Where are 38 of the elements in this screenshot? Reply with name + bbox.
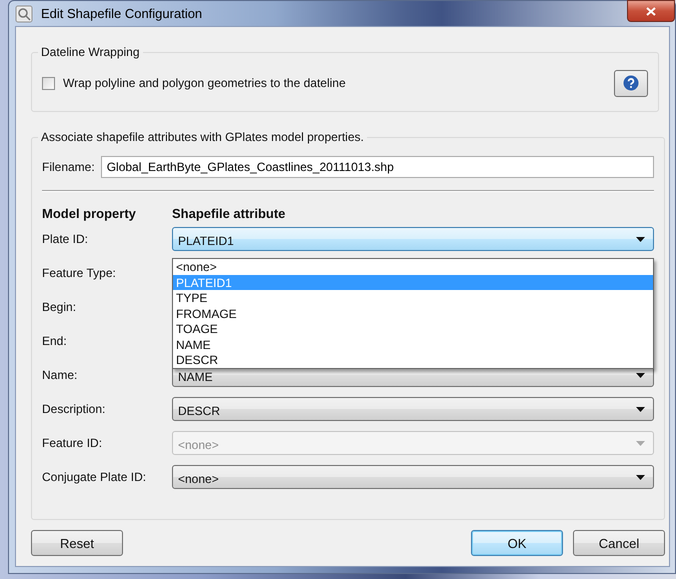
field-label: Name: <box>42 368 78 382</box>
caret-icon <box>636 440 645 446</box>
app-icon <box>15 4 33 22</box>
field-label: Plate ID: <box>42 232 90 246</box>
dialog-button[interactable]: Reset <box>31 530 123 556</box>
field-label: Description: <box>42 402 106 416</box>
dialog-button[interactable]: Cancel <box>573 530 665 556</box>
field-label: Feature Type: <box>42 266 117 280</box>
caret-icon <box>636 474 645 480</box>
dropdown-option[interactable]: TYPE <box>173 290 653 306</box>
field-label: Begin: <box>42 300 78 314</box>
help-icon <box>623 75 639 91</box>
close-icon <box>646 6 656 16</box>
caret-icon <box>636 406 645 412</box>
close-button[interactable] <box>627 0 675 22</box>
dropdown-option[interactable]: TOAGE <box>173 321 653 336</box>
dropdown[interactable]: DESCR <box>172 397 654 421</box>
dropdown[interactable]: PLATEID1 <box>172 227 654 251</box>
column-header: Shapefile attribute <box>172 206 286 221</box>
field-label: Conjugate Plate ID: <box>42 470 148 484</box>
dropdown[interactable]: <none> <box>172 465 654 489</box>
checkbox[interactable] <box>42 76 55 90</box>
dropdown-option[interactable]: <none> <box>173 259 653 274</box>
checkbox-label[interactable]: Wrap polyline and polygon geometries to the dateline <box>63 76 606 90</box>
group-title: Associate shapefile attributes with GPlates model properties. <box>40 130 365 144</box>
field-label: End: <box>42 334 68 348</box>
field-label: Feature ID: <box>42 436 104 450</box>
dropdown-option[interactable]: FROMAGE <box>173 306 653 321</box>
group-title: Dateline Wrapping <box>40 45 141 59</box>
caret-icon <box>636 236 645 242</box>
column-header: Model property <box>42 206 137 221</box>
caret-icon <box>636 372 645 378</box>
filename-label: Filename: <box>42 160 95 174</box>
dropdown-option[interactable]: NAME <box>173 336 653 352</box>
window-title: Edit Shapefile Configuration <box>41 6 202 21</box>
dialog-button[interactable]: OK <box>471 530 563 556</box>
help-button[interactable] <box>614 70 648 96</box>
filename-field[interactable]: Global_EarthByte_GPlates_Coastlines_20111013.shp <box>100 156 654 178</box>
